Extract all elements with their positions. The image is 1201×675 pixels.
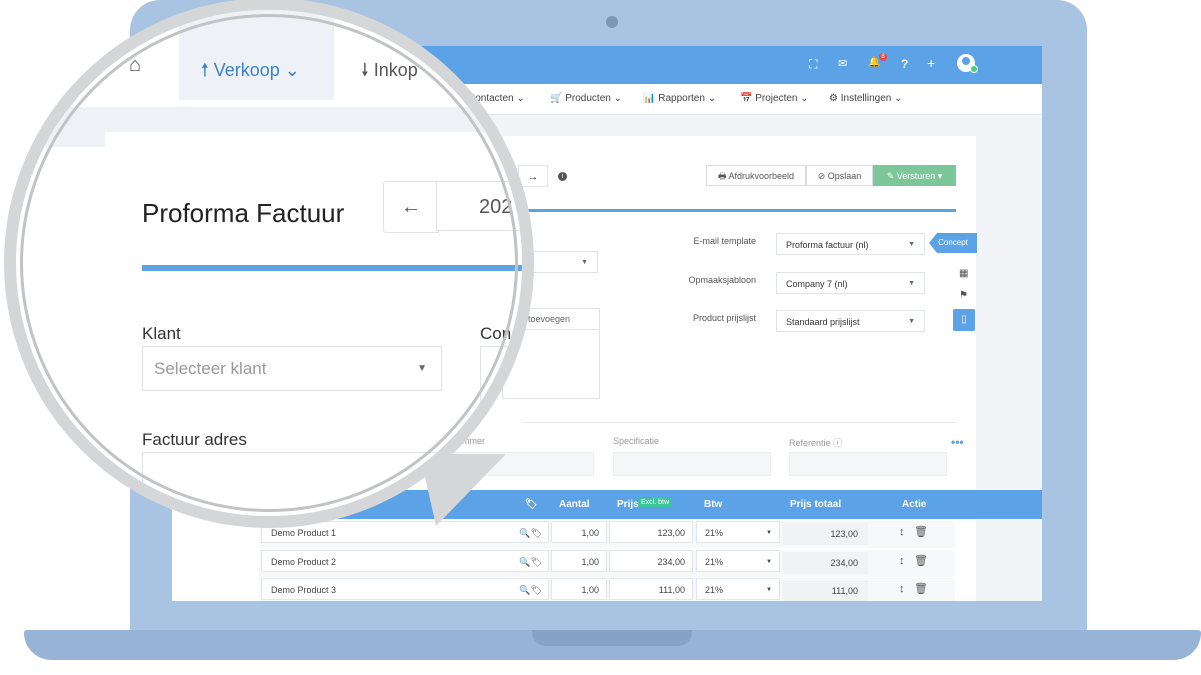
col-quantity: Aantal (559, 499, 590, 510)
reference-label: Referentie ⓘ (789, 438, 843, 448)
check-circle-icon: ⊘ (817, 171, 826, 181)
search-tag-icons[interactable]: 🔍🏷 (519, 551, 542, 573)
layout-template-label: Opmaaksjabloon (688, 275, 756, 285)
specification-field[interactable] (613, 452, 771, 476)
row-total: 234,00 (783, 552, 868, 574)
product-name-field[interactable]: Demo Product 3 🔍🏷 (261, 578, 549, 600)
plus-icon[interactable]: + (927, 55, 935, 71)
layout-template-select[interactable]: Company 7 (nl) ▼ (776, 272, 925, 294)
quantity-field[interactable]: 1,00 (551, 578, 607, 600)
email-template-select[interactable]: Proforma factuur (nl) ▼ (776, 233, 925, 255)
table-row: Demo Product 3 🔍🏷 1,00 111,00 21% ▼ 111,00… (259, 578, 955, 601)
row-total: 111,00 (783, 580, 868, 601)
trash-icon[interactable]: 🗑 (914, 525, 928, 538)
webcam (606, 16, 618, 28)
info-icon[interactable]: ⓘ (833, 438, 842, 448)
expand-icon[interactable]: ⛶ (809, 57, 817, 72)
header-divider (522, 209, 956, 212)
laptop-notch (532, 630, 692, 646)
price-field[interactable]: 234,00 (609, 550, 693, 572)
quantity-field[interactable]: 1,00 (551, 550, 607, 572)
trash-icon[interactable]: 🗑 (914, 554, 928, 567)
quantity-field[interactable]: 1,00 (551, 521, 607, 543)
table-row: Demo Product 1 🔍🏷 1,00 123,00 21% ▼ 123,00… (259, 521, 955, 548)
online-status-dot (970, 65, 978, 73)
specification-label: Specificatie (613, 436, 660, 446)
tag-icon: 🏷 (525, 499, 538, 510)
product-name-field[interactable]: Demo Product 2 🔍🏷 (261, 550, 549, 572)
calendar-icon[interactable]: ▦ (959, 268, 968, 279)
pricelist-label: Product prijslijst (692, 313, 756, 323)
edit-icon: ✎ (886, 171, 895, 181)
vat-select[interactable]: 21% ▼ (696, 521, 780, 543)
save-button[interactable]: ⊘ Opslaan (806, 165, 873, 186)
print-preview-button[interactable]: 🖶 Afdrukvoorbeeld (706, 165, 806, 186)
table-row: Demo Product 2 🔍🏷 1,00 234,00 21% ▼ 234,00… (259, 550, 955, 577)
nav-item-projecten[interactable]: 📅 Projecten ⌄ (740, 93, 809, 104)
flag-icon[interactable]: ⚑ (959, 290, 968, 301)
status-tag: Concept (929, 233, 977, 253)
nav-item-instellingen[interactable]: ⚙ Instellingen ⌄ (829, 93, 903, 104)
reference-field[interactable] (789, 452, 947, 476)
price-field[interactable]: 111,00 (609, 578, 693, 600)
gear-icon: ⚙ (829, 93, 838, 104)
price-excl-badge: Excl. btw (638, 498, 673, 507)
nav-item-producten[interactable]: 🛒 Producten ⌄ (550, 93, 622, 104)
sort-handle-icon[interactable]: ↕ (899, 526, 905, 538)
vat-select[interactable]: 21% ▼ (696, 550, 780, 572)
calendar-icon: 📅 (740, 93, 753, 104)
row-total: 123,00 (783, 523, 868, 545)
col-price: Prijs (617, 499, 639, 510)
document-icon[interactable]: ▯ (953, 309, 975, 331)
help-icon[interactable]: ? (901, 57, 908, 71)
next-arrow-icon[interactable]: → (518, 165, 548, 187)
search-tag-icons[interactable]: 🔍🏷 (519, 522, 542, 544)
col-total: Prijs totaal (790, 499, 842, 510)
mail-icon[interactable]: ✉ (838, 57, 847, 70)
col-vat: Btw (704, 499, 723, 510)
vat-select[interactable]: 21% ▼ (696, 578, 780, 600)
cart-icon: 🛒 (550, 93, 563, 104)
magnifier-inner-ring (20, 14, 518, 512)
nav-item-rapporten[interactable]: 📊 Rapporten ⌄ (643, 93, 716, 104)
search-tag-icons[interactable]: 🔍🏷 (519, 579, 542, 601)
pricelist-select[interactable]: Standaard prijslijst ▼ (776, 310, 925, 332)
price-field[interactable]: 123,00 (609, 521, 693, 543)
sort-handle-icon[interactable]: ↕ (899, 583, 905, 595)
email-template-label: E-mail template (693, 236, 756, 246)
notification-badge: 8 (879, 53, 887, 61)
more-options-icon[interactable]: ••• (951, 435, 964, 449)
print-icon: 🖶 (717, 171, 727, 181)
col-action: Actie (902, 499, 927, 510)
section-divider (522, 422, 956, 423)
sort-handle-icon[interactable]: ↕ (899, 555, 905, 567)
chart-icon: 📊 (643, 93, 656, 104)
info-icon[interactable]: i (558, 172, 567, 181)
trash-icon[interactable]: 🗑 (914, 582, 928, 595)
send-button[interactable]: ✎ Versturen ▾ (873, 165, 956, 186)
